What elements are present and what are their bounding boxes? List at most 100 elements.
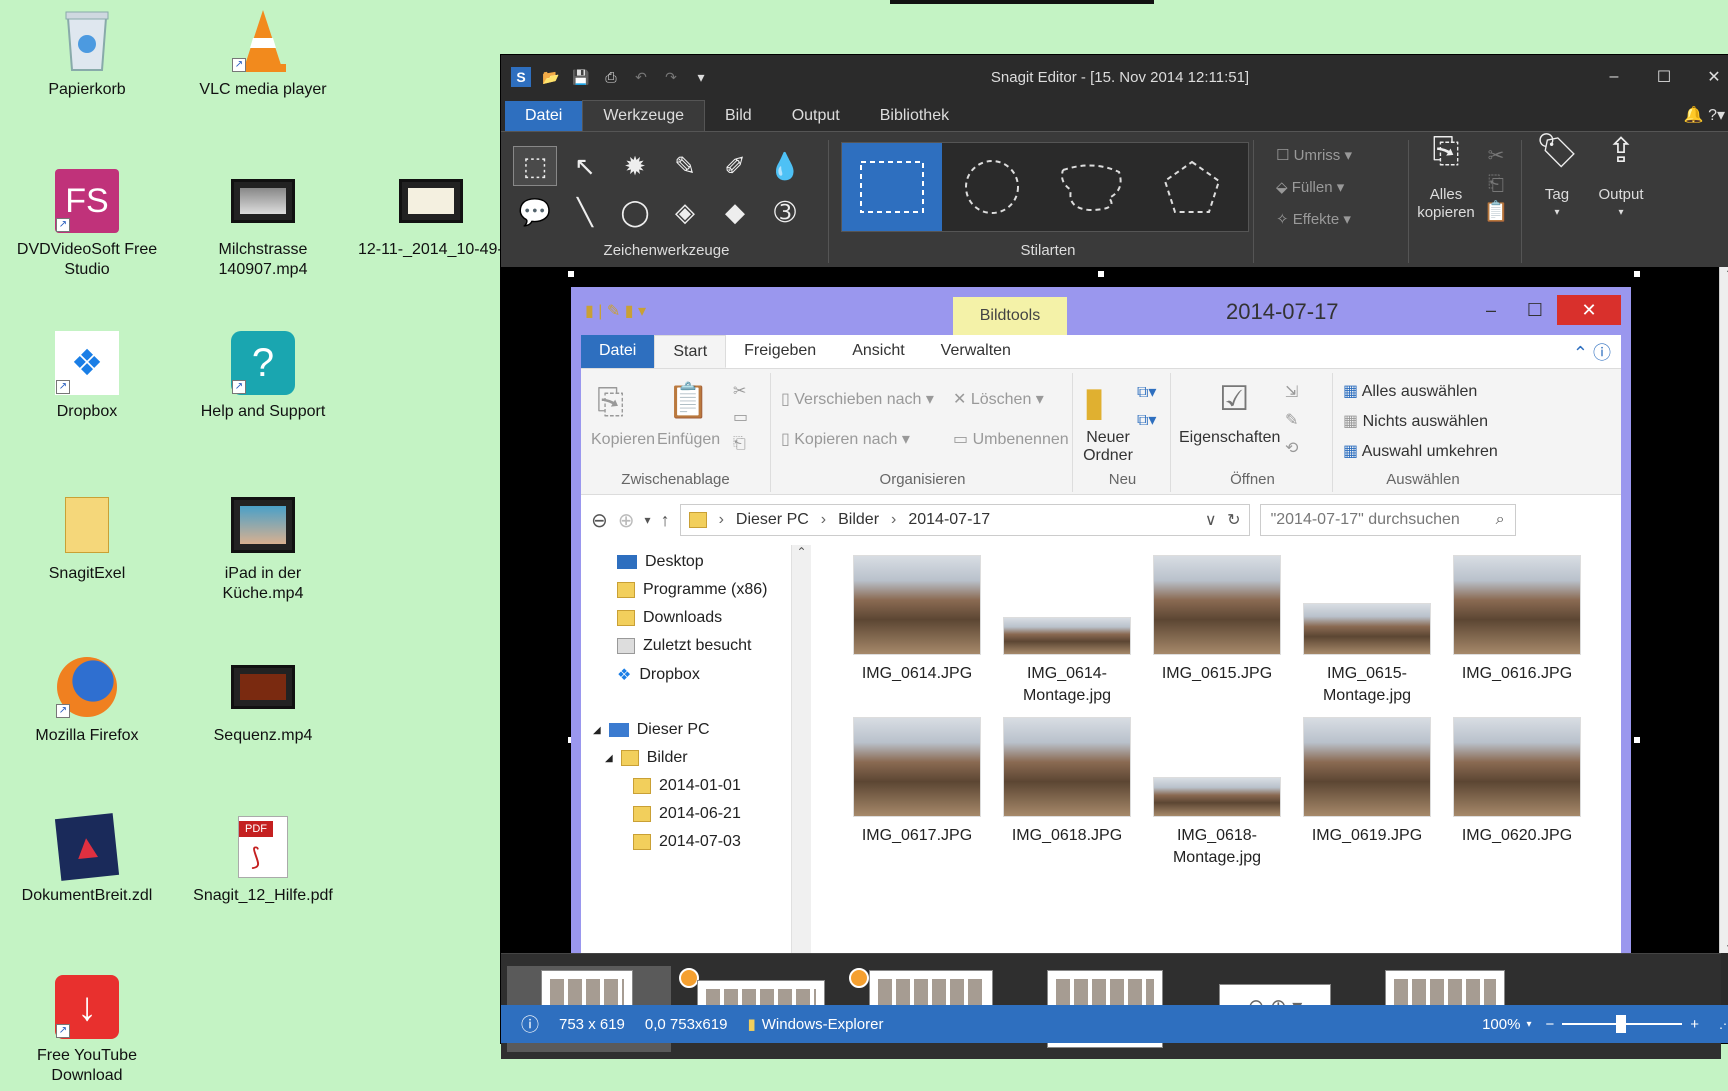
step-tool-icon[interactable]: ➂: [763, 192, 807, 232]
desktop-icon-recycle-bin[interactable]: Papierkorb: [12, 8, 162, 100]
properties-button[interactable]: Eigenschaften: [1179, 429, 1280, 447]
style-freehand[interactable]: [1042, 143, 1142, 231]
resize-grip-icon[interactable]: ⋰: [1719, 1017, 1728, 1031]
desktop-icon-sequenz[interactable]: Sequenz.mp4: [188, 654, 338, 746]
nav-item-programme[interactable]: Programme (x86): [617, 581, 767, 599]
style-rectangle[interactable]: [842, 143, 942, 231]
chevron-down-icon[interactable]: ▾: [1526, 1019, 1531, 1030]
notification-bell-icon[interactable]: 🔔 ?▾: [1670, 99, 1728, 131]
nav-item-desktop[interactable]: Desktop: [617, 553, 704, 571]
file-item[interactable]: IMG_0614-Montage.jpg: [993, 555, 1141, 707]
file-item[interactable]: IMG_0620.JPG: [1443, 717, 1591, 847]
desktop-icon-dokumentbreit[interactable]: ▲ DokumentBreit.zdl: [12, 813, 162, 906]
nav-item-folder[interactable]: 2014-07-03: [633, 833, 741, 851]
search-box[interactable]: "2014-07-17" durchsuchen ⌕: [1259, 504, 1516, 536]
tab-verwalten[interactable]: Verwalten: [923, 335, 1029, 368]
desktop-icon-snagitexel[interactable]: SnagitExel: [12, 492, 162, 584]
zoom-in-icon[interactable]: +: [1690, 1016, 1699, 1033]
desktop-icon-firefox[interactable]: ↗ Mozilla Firefox: [12, 654, 162, 746]
tab-freigeben[interactable]: Freigeben: [726, 335, 834, 368]
print-icon[interactable]: ⎙: [601, 67, 621, 87]
new-item-icons[interactable]: ⧉▾ ⧉▾: [1137, 379, 1156, 435]
up-icon[interactable]: ↑: [661, 510, 670, 531]
line-tool-icon[interactable]: ╲: [563, 192, 607, 232]
file-item[interactable]: IMG_0618-Montage.jpg: [1143, 717, 1291, 869]
desktop-icon-pdf[interactable]: PDF ⟆ Snagit_12_Hilfe.pdf: [188, 814, 338, 906]
maximize-icon[interactable]: ☐: [1513, 295, 1557, 325]
tag-button[interactable]: 🏷 Tag ▾: [1527, 134, 1587, 222]
invert-selection-button[interactable]: ▦ Auswahl umkehren: [1343, 441, 1498, 461]
new-folder-button[interactable]: Neuer Ordner: [1079, 429, 1137, 465]
breadcrumb-item[interactable]: Bilder: [838, 511, 879, 529]
file-item[interactable]: IMG_0616.JPG: [1443, 555, 1591, 685]
copy-to-button[interactable]: ▯ Kopieren nach ▾: [781, 429, 910, 449]
tab-output[interactable]: Output: [772, 101, 860, 131]
nav-item-recent[interactable]: Zuletzt besucht: [617, 637, 752, 655]
info-icon[interactable]: ⓘ: [521, 1011, 539, 1037]
minimize-icon[interactable]: –: [1589, 55, 1639, 99]
save-icon[interactable]: 💾: [571, 67, 591, 87]
desktop-icon-milchstrasse[interactable]: Milchstrasse 140907.mp4: [188, 168, 338, 280]
move-to-button[interactable]: ▯ Verschieben nach ▾: [781, 389, 934, 409]
file-item[interactable]: IMG_0615-Montage.jpg: [1293, 555, 1441, 707]
open-small-icons[interactable]: ⇲ ✎ ⟲: [1285, 379, 1298, 463]
shape-tool-icon[interactable]: ◯: [613, 192, 657, 232]
stamp-tool-icon[interactable]: ✹: [613, 146, 657, 186]
nav-item-this-pc[interactable]: ◢ Dieser PC: [593, 721, 710, 739]
zoom-level[interactable]: 100%: [1482, 1016, 1520, 1033]
select-none-button[interactable]: ▦ Nichts auswählen: [1343, 411, 1488, 431]
fill-tool-icon[interactable]: ◈: [663, 192, 707, 232]
eraser-tool-icon[interactable]: ◆: [713, 192, 757, 232]
redo-icon[interactable]: ↷: [661, 67, 681, 87]
paste-button[interactable]: Einfügen: [657, 431, 720, 449]
file-item[interactable]: IMG_0617.JPG: [843, 717, 991, 847]
nav-item-dropbox[interactable]: ❖ Dropbox: [617, 665, 700, 685]
selection-tool-icon[interactable]: ⬚: [513, 146, 557, 186]
tab-start[interactable]: Start: [654, 335, 727, 368]
canvas-vertical-scrollbar[interactable]: ⌃⌄: [1719, 267, 1728, 953]
tab-bild[interactable]: Bild: [705, 101, 772, 131]
maximize-icon[interactable]: ☐: [1639, 55, 1689, 99]
copy-all-button[interactable]: ⎘ Alles kopieren: [1413, 134, 1479, 222]
zoom-out-icon[interactable]: −: [1545, 1016, 1554, 1033]
recent-dropdown-icon[interactable]: ▾: [645, 513, 651, 527]
desktop-icon-free-youtube[interactable]: ↓ ↗ Free YouTube Download: [12, 974, 162, 1086]
help-icon[interactable]: ⌃ ⓘ: [1573, 339, 1611, 365]
output-button[interactable]: ⇪ Output ▾: [1591, 134, 1651, 222]
desktop-icon-screenshot[interactable]: 12-11-_2014_10-49-0: [358, 168, 504, 260]
tab-ansicht[interactable]: Ansicht: [834, 335, 922, 368]
address-bar[interactable]: › Dieser PC › Bilder › 2014-07-17 ∨ ↻: [679, 504, 1250, 536]
desktop-icon-ipad-video[interactable]: iPad in der Küche.mp4: [188, 492, 338, 604]
resize-handle[interactable]: [1634, 737, 1640, 743]
forward-icon[interactable]: ⊕: [618, 508, 635, 533]
snagit-logo-icon[interactable]: S: [511, 67, 531, 87]
editor-canvas[interactable]: ▮ | ✎ ▮ ▾ Bildtools 2014-07-17 – ☐ ✕ Dat…: [501, 267, 1721, 953]
tab-datei[interactable]: Datei: [581, 335, 655, 368]
file-item[interactable]: IMG_0619.JPG: [1293, 717, 1441, 847]
delete-button[interactable]: ✕ Löschen ▾: [953, 389, 1044, 409]
resize-handle[interactable]: [568, 271, 574, 277]
blur-drop-tool-icon[interactable]: 💧: [763, 146, 807, 186]
style-polygon[interactable]: [1142, 143, 1242, 231]
address-dropdown-icon[interactable]: ∨: [1205, 510, 1217, 530]
nav-item-pictures[interactable]: ◢ Bilder: [605, 749, 688, 767]
paste-icon[interactable]: 📋: [1481, 198, 1511, 226]
desktop-icon-dropbox[interactable]: ❖ ↗ Dropbox: [12, 330, 162, 422]
arrow-tool-icon[interactable]: ↖: [563, 146, 607, 186]
select-all-button[interactable]: ▦ Alles auswählen: [1343, 381, 1477, 401]
undo-icon[interactable]: ↶: [631, 67, 651, 87]
file-item[interactable]: IMG_0615.JPG: [1143, 555, 1291, 685]
zoom-slider[interactable]: [1562, 1015, 1683, 1033]
resize-handle[interactable]: [1634, 271, 1640, 277]
rename-button[interactable]: ▭ Umbenennen: [953, 429, 1069, 449]
tab-werkzeuge[interactable]: Werkzeuge: [582, 100, 705, 131]
nav-item-folder[interactable]: 2014-01-01: [633, 777, 741, 795]
desktop-icon-dvdvideosoft[interactable]: FS ↗ DVDVideoSoft Free Studio: [12, 168, 162, 280]
highlighter-tool-icon[interactable]: ✐: [713, 146, 757, 186]
cut-icon[interactable]: ✂: [1481, 142, 1511, 170]
close-icon[interactable]: ✕: [1557, 295, 1621, 325]
pen-tool-icon[interactable]: ✎: [663, 146, 707, 186]
copy-button[interactable]: Kopieren: [591, 431, 655, 449]
breadcrumb-item[interactable]: 2014-07-17: [908, 511, 990, 529]
close-icon[interactable]: ✕: [1689, 55, 1728, 99]
